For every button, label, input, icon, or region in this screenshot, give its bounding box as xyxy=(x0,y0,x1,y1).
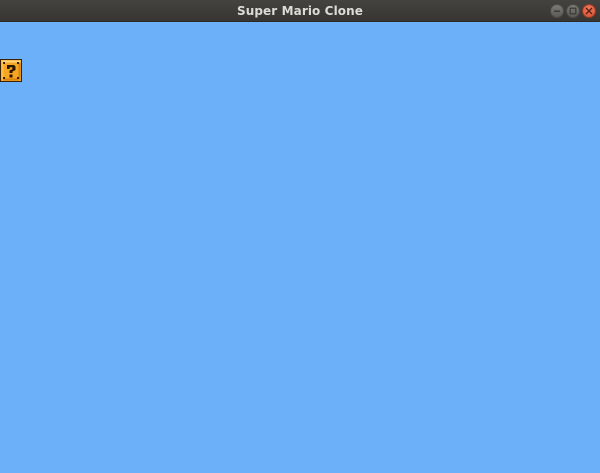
window-title: Super Mario Clone xyxy=(236,4,364,18)
close-icon xyxy=(585,7,593,15)
game-window: Super Mario Clone xyxy=(0,0,600,473)
question-block-icon xyxy=(0,59,22,82)
maximize-button[interactable] xyxy=(566,4,580,18)
title-bar[interactable]: Super Mario Clone xyxy=(0,0,600,22)
close-button[interactable] xyxy=(582,4,596,18)
maximize-icon xyxy=(569,7,577,15)
game-canvas[interactable] xyxy=(0,22,600,473)
window-controls xyxy=(550,4,596,18)
minimize-icon xyxy=(554,10,560,12)
minimize-button[interactable] xyxy=(550,4,564,18)
